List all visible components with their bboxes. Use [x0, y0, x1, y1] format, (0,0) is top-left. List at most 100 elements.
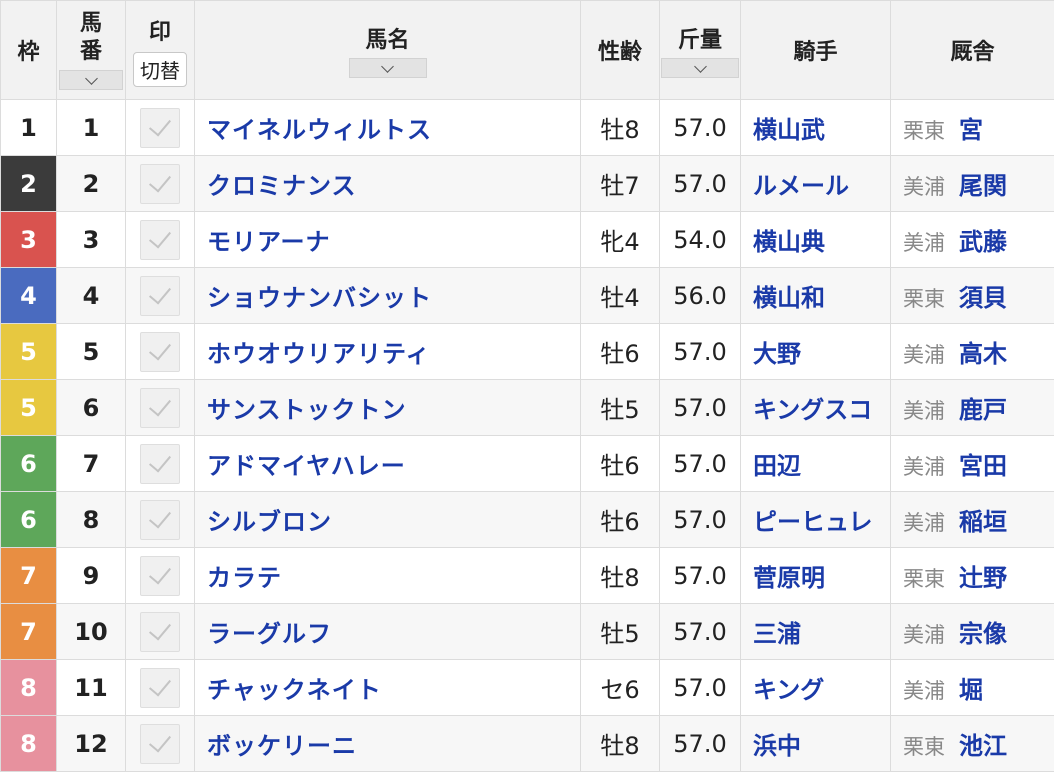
horse-name-link[interactable]: モリアーナ: [194, 211, 581, 268]
header-mark-label: 印: [148, 19, 171, 45]
mark-cell[interactable]: [125, 379, 195, 436]
sexage-cell: 牡6: [580, 323, 660, 380]
mark-cell[interactable]: [125, 155, 195, 212]
stable-region: 美浦: [903, 623, 945, 647]
mark-checkbox[interactable]: [140, 443, 180, 484]
chevron-down-icon: [693, 59, 707, 73]
horse-name-link[interactable]: クロミナンス: [194, 155, 581, 212]
horse-name-link[interactable]: シルブロン: [194, 491, 581, 548]
sexage-cell: 牡8: [580, 715, 660, 772]
mark-cell[interactable]: [125, 547, 195, 604]
horse-name-link[interactable]: カラテ: [194, 547, 581, 604]
stable-region: 美浦: [903, 231, 945, 255]
mark-checkbox[interactable]: [140, 667, 180, 708]
jockey-link[interactable]: 横山典: [740, 211, 891, 268]
table-row: 7 9 カラテ 牡8 57.0 菅原明 栗東 辻野: [0, 547, 1054, 604]
mark-checkbox[interactable]: [140, 219, 180, 260]
stable-cell: 美浦 稲垣: [890, 491, 1054, 548]
horse-name-link[interactable]: ホウオウリアリティ: [194, 323, 581, 380]
mark-checkbox[interactable]: [140, 275, 180, 316]
mark-cell[interactable]: [125, 491, 195, 548]
umaban-cell: 2: [56, 155, 126, 212]
jockey-link[interactable]: ルメール: [740, 155, 891, 212]
mark-checkbox[interactable]: [140, 331, 180, 372]
jockey-link[interactable]: ピーヒュレ: [740, 491, 891, 548]
weight-cell: 57.0: [659, 659, 741, 716]
stable-cell: 美浦 高木: [890, 323, 1054, 380]
mark-checkbox[interactable]: [140, 499, 180, 540]
stable-region: 美浦: [903, 175, 945, 199]
mark-cell[interactable]: [125, 211, 195, 268]
table-row: 3 3 モリアーナ 牝4 54.0 横山典 美浦 武藤: [0, 211, 1054, 268]
table-row: 2 2 クロミナンス 牡7 57.0 ルメール 美浦 尾関: [0, 155, 1054, 212]
trainer-link[interactable]: 須貝: [959, 284, 1007, 312]
header-weight[interactable]: 斤量: [659, 0, 741, 100]
jockey-link[interactable]: 横山和: [740, 267, 891, 324]
mark-cell[interactable]: [125, 99, 195, 156]
mark-checkbox[interactable]: [140, 723, 180, 764]
trainer-link[interactable]: 宗像: [959, 620, 1007, 648]
trainer-link[interactable]: 鹿戸: [959, 396, 1007, 424]
mark-checkbox[interactable]: [140, 611, 180, 652]
waku-cell: 8: [0, 715, 57, 772]
trainer-link[interactable]: 池江: [959, 732, 1007, 760]
jockey-link[interactable]: 横山武: [740, 99, 891, 156]
trainer-link[interactable]: 宮: [959, 116, 983, 144]
mark-checkbox[interactable]: [140, 163, 180, 204]
trainer-link[interactable]: 辻野: [959, 564, 1007, 592]
trainer-link[interactable]: 武藤: [959, 228, 1007, 256]
mark-checkbox[interactable]: [140, 555, 180, 596]
mark-cell[interactable]: [125, 435, 195, 492]
stable-cell: 美浦 武藤: [890, 211, 1054, 268]
sexage-cell: 牡5: [580, 603, 660, 660]
mark-cell[interactable]: [125, 267, 195, 324]
sort-weight-button[interactable]: [661, 58, 739, 78]
horse-name-link[interactable]: ショウナンバシット: [194, 267, 581, 324]
header-jockey-label: 騎手: [793, 40, 838, 65]
trainer-link[interactable]: 稲垣: [959, 508, 1007, 536]
mark-cell[interactable]: [125, 715, 195, 772]
table-row: 4 4 ショウナンバシット 牡4 56.0 横山和 栗東 須貝: [0, 267, 1054, 324]
mark-checkbox[interactable]: [140, 387, 180, 428]
header-name[interactable]: 馬名: [194, 0, 581, 100]
mark-toggle-button[interactable]: 切替: [133, 51, 187, 87]
horse-name-link[interactable]: ボッケリーニ: [194, 715, 581, 772]
jockey-link[interactable]: 田辺: [740, 435, 891, 492]
horse-name-link[interactable]: マイネルウィルトス: [194, 99, 581, 156]
waku-cell: 6: [0, 491, 57, 548]
umaban-cell: 1: [56, 99, 126, 156]
mark-cell[interactable]: [125, 659, 195, 716]
horse-name-link[interactable]: サンストックトン: [194, 379, 581, 436]
jockey-link[interactable]: キングスコ: [740, 379, 891, 436]
stable-cell: 栗東 須貝: [890, 267, 1054, 324]
sexage-cell: セ6: [580, 659, 660, 716]
weight-cell: 57.0: [659, 99, 741, 156]
header-umaban[interactable]: 馬 番: [56, 0, 126, 100]
trainer-link[interactable]: 高木: [959, 340, 1007, 368]
trainer-link[interactable]: 宮田: [959, 452, 1007, 480]
umaban-cell: 12: [56, 715, 126, 772]
jockey-link[interactable]: 菅原明: [740, 547, 891, 604]
waku-cell: 8: [0, 659, 57, 716]
header-name-label: 馬名: [365, 28, 410, 53]
mark-cell[interactable]: [125, 323, 195, 380]
weight-cell: 56.0: [659, 267, 741, 324]
sort-umaban-button[interactable]: [59, 70, 123, 90]
table-row: 8 12 ボッケリーニ 牡8 57.0 浜中 栗東 池江: [0, 715, 1054, 772]
jockey-link[interactable]: 大野: [740, 323, 891, 380]
jockey-link[interactable]: 三浦: [740, 603, 891, 660]
waku-cell: 3: [0, 211, 57, 268]
weight-cell: 57.0: [659, 435, 741, 492]
horse-name-link[interactable]: アドマイヤハレー: [194, 435, 581, 492]
horse-name-link[interactable]: ラーグルフ: [194, 603, 581, 660]
trainer-link[interactable]: 尾関: [959, 172, 1007, 200]
jockey-link[interactable]: キング: [740, 659, 891, 716]
header-stable-label: 厩舎: [950, 40, 995, 65]
sort-name-button[interactable]: [348, 58, 427, 78]
mark-checkbox[interactable]: [140, 107, 180, 148]
trainer-link[interactable]: 堀: [959, 676, 983, 704]
stable-region: 栗東: [903, 735, 945, 759]
jockey-link[interactable]: 浜中: [740, 715, 891, 772]
mark-cell[interactable]: [125, 603, 195, 660]
horse-name-link[interactable]: チャックネイト: [194, 659, 581, 716]
